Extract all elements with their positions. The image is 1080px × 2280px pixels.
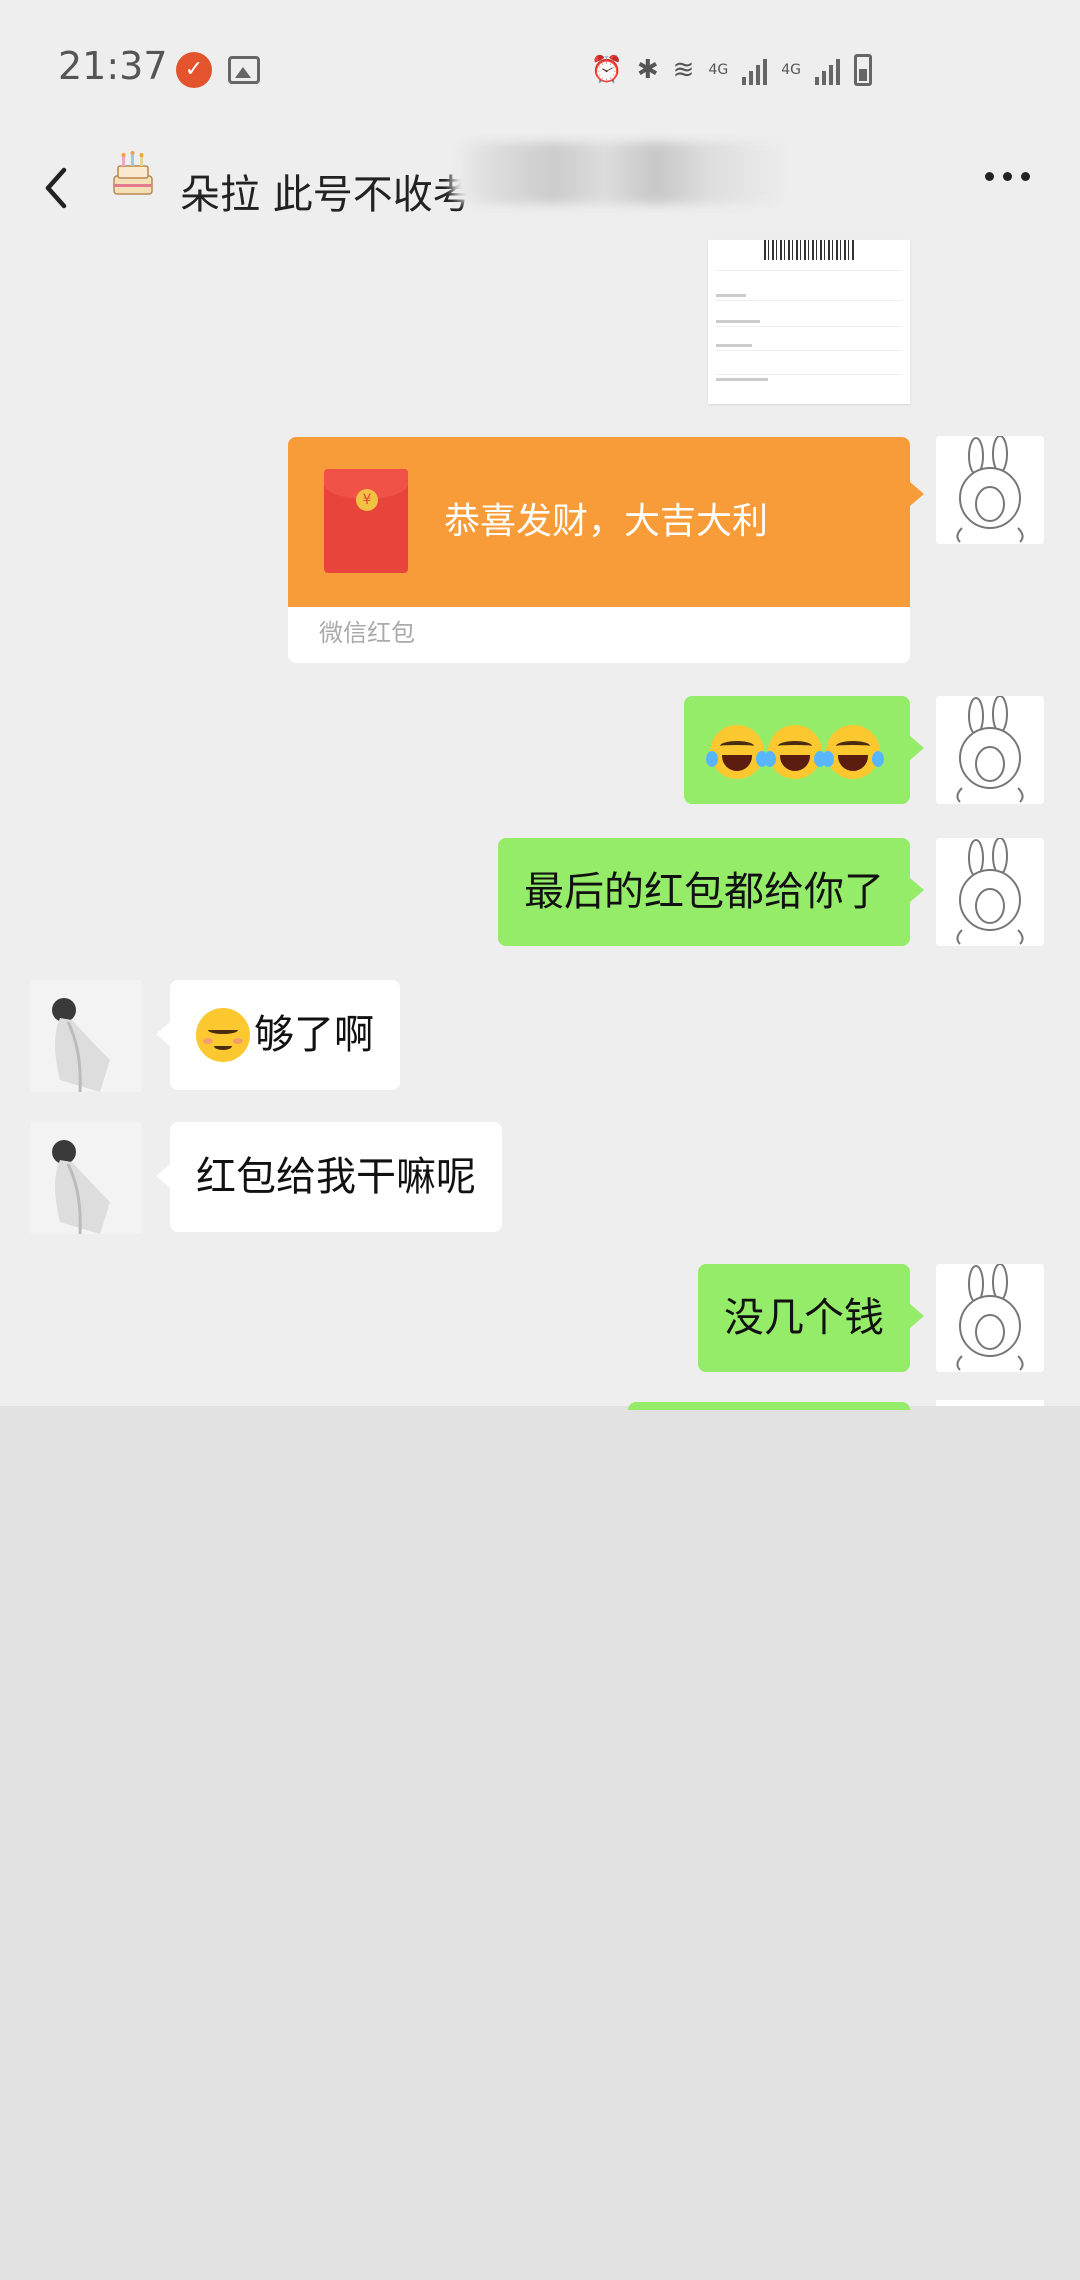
text-message[interactable]: 最后的红包都给你了 bbox=[498, 838, 924, 946]
partial-avatar bbox=[936, 1400, 1044, 1406]
rabbit-avatar-icon bbox=[956, 696, 1024, 803]
signal-icon bbox=[815, 55, 840, 85]
laughing-crying-emoji-icon bbox=[822, 725, 884, 779]
status-bar: 21:37 ✓ ⏰ ✱ ≋ 4G 4G bbox=[0, 0, 1080, 140]
cake-icon bbox=[113, 151, 153, 195]
blurred-title bbox=[452, 142, 792, 204]
my-avatar[interactable] bbox=[936, 838, 1044, 946]
text-message[interactable]: 没几个钱 bbox=[698, 1264, 924, 1372]
partial-message bbox=[628, 1402, 910, 1410]
red-packet-footer: 微信红包 bbox=[319, 619, 415, 647]
notification-badge-icon: ✓ bbox=[176, 52, 212, 88]
smiling-emoji-icon bbox=[196, 1008, 250, 1062]
bubble-tail bbox=[910, 482, 924, 506]
my-avatar[interactable] bbox=[936, 1264, 1044, 1372]
laughing-crying-emoji-icon bbox=[764, 725, 826, 779]
rabbit-avatar-icon bbox=[956, 436, 1024, 543]
text-message[interactable]: 红包给我干嘛呢 bbox=[156, 1122, 502, 1232]
more-icon[interactable] bbox=[985, 172, 1030, 181]
contact-avatar[interactable] bbox=[30, 1122, 142, 1234]
contact-avatar[interactable] bbox=[30, 980, 142, 1092]
barcode-image bbox=[764, 240, 856, 260]
person-avatar-icon bbox=[30, 1122, 142, 1234]
red-envelope-icon: ¥ bbox=[324, 469, 408, 573]
status-time: 21:37 bbox=[58, 44, 168, 88]
text-message[interactable]: 够了啊 bbox=[156, 980, 400, 1090]
emoji-message[interactable] bbox=[684, 696, 924, 804]
message-text: 够了啊 bbox=[254, 1012, 374, 1058]
image-icon bbox=[228, 56, 260, 84]
red-packet-message[interactable]: ¥ 恭喜发财，大吉大利 微信红包 bbox=[288, 437, 910, 663]
network-label: 4G bbox=[708, 62, 729, 78]
rabbit-avatar-icon bbox=[956, 1264, 1024, 1371]
my-avatar[interactable] bbox=[936, 436, 1044, 544]
signal-icon bbox=[742, 55, 768, 85]
bluetooth-icon: ✱ bbox=[636, 55, 659, 85]
my-avatar[interactable] bbox=[936, 696, 1044, 804]
laughing-crying-emoji-icon bbox=[706, 725, 768, 779]
person-avatar-icon bbox=[30, 980, 142, 1092]
alarm-icon: ⏰ bbox=[590, 55, 623, 85]
image-message[interactable] bbox=[708, 240, 910, 404]
chat-title: 朵拉 此号不收考 bbox=[180, 172, 473, 218]
back-icon[interactable] bbox=[36, 158, 76, 218]
rabbit-avatar-icon bbox=[956, 838, 1024, 945]
network-label: 4G bbox=[781, 62, 801, 78]
system-icons: ⏰ ✱ ≋ 4G 4G bbox=[590, 50, 872, 90]
wifi-icon: ≋ bbox=[672, 55, 695, 85]
battery-icon bbox=[854, 54, 872, 86]
red-packet-text: 恭喜发财，大吉大利 bbox=[444, 501, 769, 542]
